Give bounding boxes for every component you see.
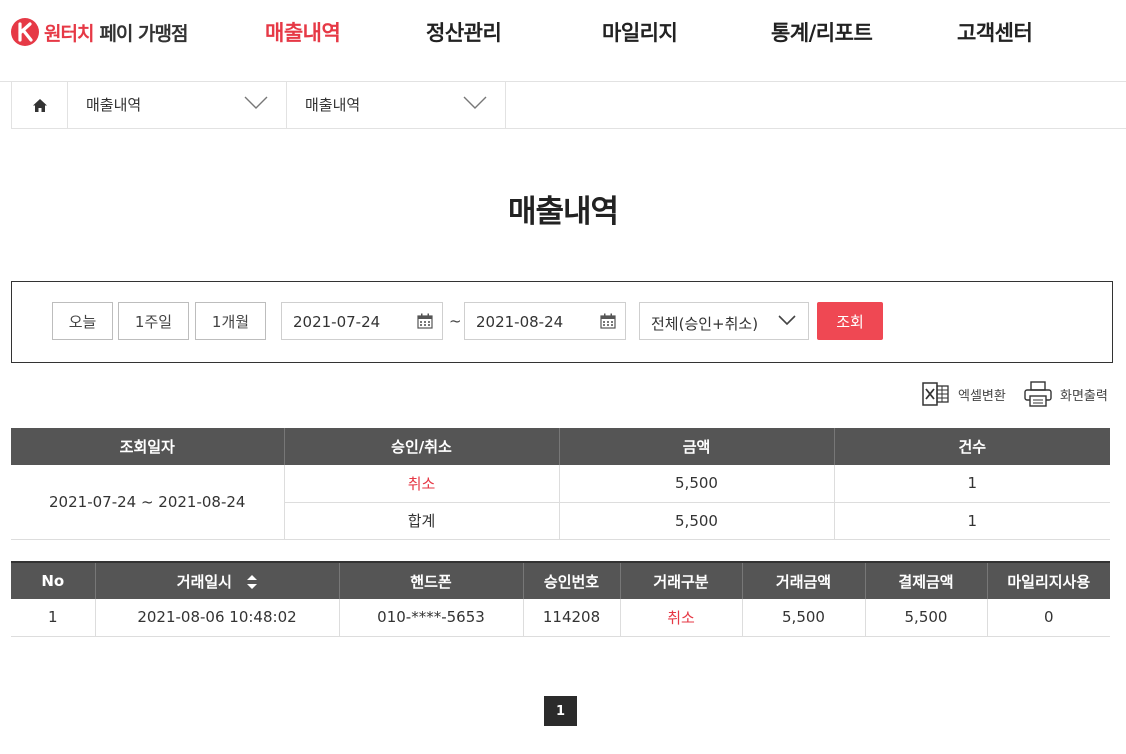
calendar-icon[interactable] — [417, 313, 433, 329]
transaction-type-value: 전체(승인+취소) — [651, 315, 759, 333]
print-button[interactable]: 화면출력 — [1024, 381, 1108, 407]
chevron-down-icon — [244, 96, 268, 109]
calendar-icon[interactable] — [600, 313, 616, 329]
summary-type-cancel: 취소 — [283, 465, 559, 503]
breadcrumb-select-level2[interactable]: 매출내역 — [287, 82, 506, 128]
col-header-kind: 거래구분 — [619, 562, 742, 599]
col-header-datetime[interactable]: 거래일시 — [94, 562, 339, 599]
chevron-down-icon — [778, 315, 796, 326]
transaction-header-row: No 거래일시 핸드폰 승인번호 거래구분 거래금액 결제금액 마일리지사용 — [11, 562, 1110, 599]
cell-pay-amount: 5,500 — [864, 599, 987, 637]
excel-export-button[interactable]: 엑셀변환 — [922, 381, 1006, 407]
summary-amount: 5,500 — [558, 465, 834, 503]
top-header: 원터치 페이 가맹점 매출내역 정산관리 마일리지 통계/리포트 고객센터 — [0, 0, 1126, 82]
pagination-current-page[interactable]: 1 — [544, 696, 577, 726]
cell-datetime: 2021-08-06 10:48:02 — [94, 599, 339, 637]
breadcrumb: 매출내역 매출내역 — [11, 82, 1126, 129]
cell-approval: 114208 — [522, 599, 620, 637]
date-from-input[interactable]: 2021-07-24 — [281, 302, 443, 340]
summary-total-amount: 5,500 — [558, 502, 834, 540]
summary-total-count: 1 — [833, 502, 1110, 540]
sort-icon[interactable] — [247, 575, 258, 589]
summary-count: 1 — [833, 465, 1110, 503]
nav-statistics-report[interactable]: 통계/리포트 — [771, 17, 873, 47]
summary-table: 조회일자 승인/취소 금액 건수 2021-07-24 ~ 2021-08-24… — [11, 428, 1110, 540]
nav-mileage[interactable]: 마일리지 — [602, 17, 678, 47]
table-row[interactable]: 1 2021-08-06 10:48:02 010-****-5653 1142… — [11, 599, 1110, 637]
summary-type-total: 합계 — [283, 502, 559, 540]
print-label: 화면출력 — [1060, 388, 1108, 404]
brand-name-dark: 페이 가맹점 — [99, 22, 188, 45]
search-panel: 오늘 1주일 1개월 2021-07-24 ~ 2021-08-24 전체(승인… — [11, 281, 1113, 363]
search-button[interactable]: 조회 — [817, 302, 883, 340]
nav-customer-center[interactable]: 고객센터 — [957, 17, 1033, 47]
cell-mileage: 0 — [986, 599, 1110, 637]
col-header-datetime-label: 거래일시 — [176, 572, 232, 591]
summary-header-amount: 금액 — [558, 428, 834, 465]
date-range-separator: ~ — [449, 312, 462, 330]
cell-kind: 취소 — [619, 599, 742, 637]
summary-header-row: 조회일자 승인/취소 금액 건수 — [11, 428, 1110, 465]
summary-header-count: 건수 — [833, 428, 1110, 465]
col-header-approval: 승인번호 — [522, 562, 620, 599]
date-from-value: 2021-07-24 — [293, 313, 381, 331]
page-title: 매출내역 — [507, 194, 619, 230]
date-to-input[interactable]: 2021-08-24 — [464, 302, 626, 340]
cell-phone: 010-****-5653 — [338, 599, 523, 637]
col-header-trade-amount: 거래금액 — [741, 562, 865, 599]
transaction-table: No 거래일시 핸드폰 승인번호 거래구분 거래금액 결제금액 마일리지사용 1… — [11, 561, 1110, 637]
breadcrumb-home[interactable] — [11, 82, 68, 128]
summary-period: 2021-07-24 ~ 2021-08-24 — [11, 465, 284, 540]
brand-logo[interactable]: 원터치 페이 가맹점 — [10, 17, 188, 47]
cell-trade-amount: 5,500 — [741, 599, 865, 637]
brand-name-red: 원터치 — [44, 22, 94, 45]
logo-k-icon — [11, 18, 39, 46]
excel-icon — [922, 382, 949, 406]
col-header-pay-amount: 결제금액 — [864, 562, 987, 599]
nav-settlement[interactable]: 정산관리 — [426, 17, 502, 47]
breadcrumb-select-level1[interactable]: 매출내역 — [68, 82, 287, 128]
col-header-no: No — [11, 562, 95, 599]
breadcrumb-level1-label: 매출내역 — [86, 96, 142, 114]
col-header-mileage: 마일리지사용 — [986, 562, 1110, 599]
breadcrumb-level2-label: 매출내역 — [305, 96, 361, 114]
summary-header-period: 조회일자 — [11, 428, 284, 465]
date-to-value: 2021-08-24 — [476, 313, 564, 331]
transaction-type-select[interactable]: 전체(승인+취소) — [639, 302, 809, 340]
printer-icon — [1024, 381, 1052, 407]
summary-header-type: 승인/취소 — [283, 428, 559, 465]
col-header-phone: 핸드폰 — [338, 562, 523, 599]
period-month-button[interactable]: 1개월 — [195, 302, 266, 340]
cell-no: 1 — [11, 599, 95, 637]
home-icon — [32, 98, 47, 112]
nav-sales-history[interactable]: 매출내역 — [265, 17, 341, 47]
chevron-down-icon — [463, 96, 487, 109]
excel-export-label: 엑셀변환 — [958, 388, 1006, 404]
period-week-button[interactable]: 1주일 — [118, 302, 189, 340]
summary-row: 2021-07-24 ~ 2021-08-24 취소 5,500 1 — [11, 465, 1110, 540]
period-today-button[interactable]: 오늘 — [52, 302, 113, 340]
